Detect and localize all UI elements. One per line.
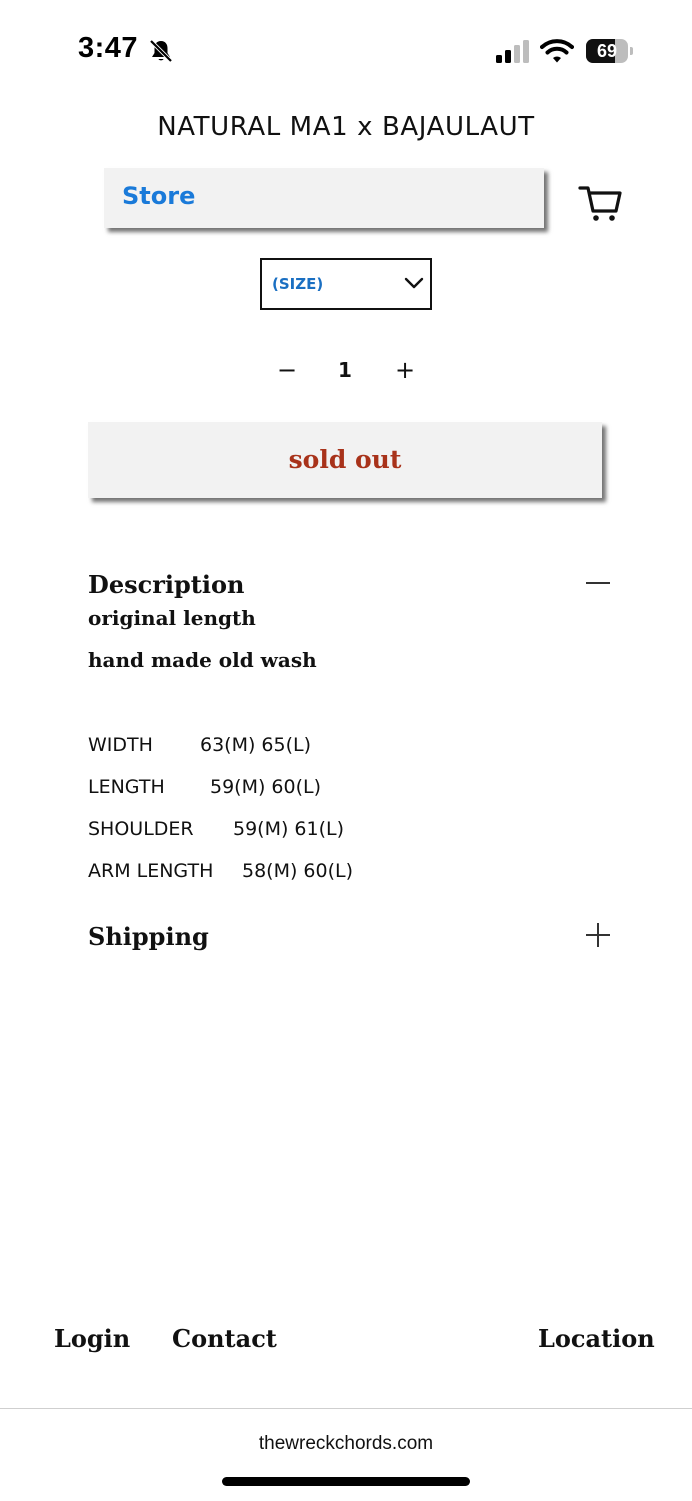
sold-out-button[interactable]: sold out — [88, 422, 602, 498]
bell-slash-icon — [149, 39, 173, 63]
status-time: 3:47 — [78, 32, 139, 64]
spec-name: LENGTH — [88, 776, 165, 798]
battery-icon: 69 — [586, 39, 633, 63]
store-link[interactable]: Store — [122, 182, 195, 210]
spec-value: 58(M) 60(L) — [242, 860, 354, 882]
spec-value: 63(M) 65(L) — [200, 734, 312, 756]
quantity-increase-button[interactable]: + — [394, 356, 416, 384]
store-nav-bar[interactable]: Store — [104, 168, 544, 228]
quantity-decrease-button[interactable]: − — [276, 356, 298, 384]
spec-name: ARM LENGTH — [88, 860, 214, 882]
shipping-heading[interactable]: Shipping — [88, 922, 209, 951]
spec-value: 59(M) 61(L) — [233, 818, 345, 840]
size-select-value: (SIZE) — [272, 275, 324, 293]
wifi-icon — [540, 39, 574, 63]
chevron-down-icon — [404, 277, 424, 289]
description-line: hand made old wash — [88, 648, 317, 672]
spec-value: 59(M) 60(L) — [210, 776, 322, 798]
spec-name: WIDTH — [88, 734, 153, 756]
expand-plus-icon[interactable] — [586, 923, 610, 947]
cart-icon[interactable] — [578, 183, 624, 223]
home-indicator[interactable] — [222, 1477, 470, 1486]
page-title: NATURAL MA1 x BAJAULAUT — [157, 112, 535, 142]
size-select[interactable]: (SIZE) — [260, 258, 432, 310]
description-heading[interactable]: Description — [88, 570, 244, 599]
footer-location-link[interactable]: Location — [538, 1324, 655, 1353]
description-line: original length — [88, 606, 256, 630]
url-text[interactable]: thewreckchords.com — [0, 1433, 692, 1455]
battery-level: 69 — [596, 41, 618, 61]
browser-url-bar[interactable]: thewreckchords.com — [0, 1408, 692, 1501]
cellular-signal-icon — [496, 40, 529, 63]
collapse-minus-icon[interactable] — [586, 582, 610, 584]
status-bar: 3:47 69 — [0, 0, 692, 100]
footer-login-link[interactable]: Login — [54, 1324, 130, 1353]
quantity-value: 1 — [338, 358, 352, 382]
footer-contact-link[interactable]: Contact — [172, 1324, 277, 1353]
spec-name: SHOULDER — [88, 818, 194, 840]
